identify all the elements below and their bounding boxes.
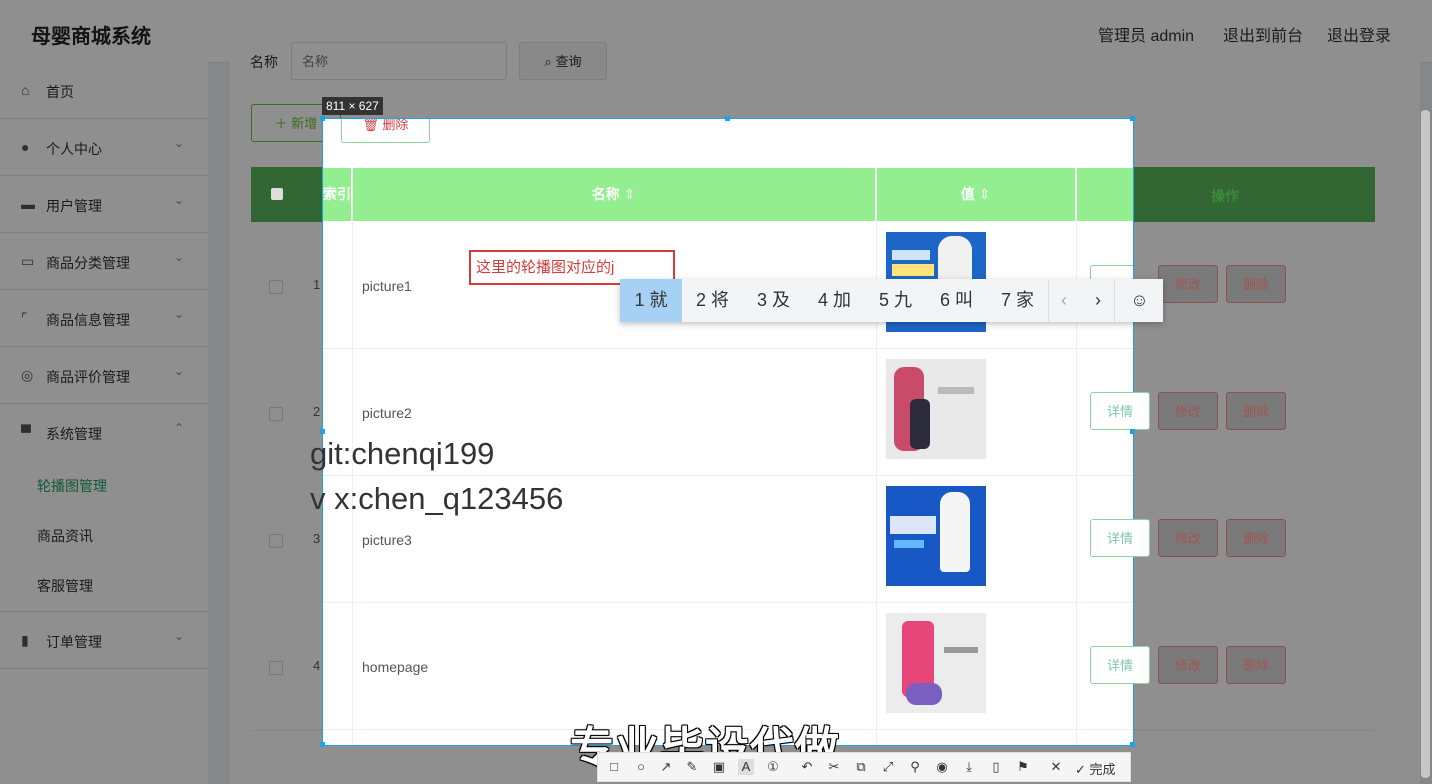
resize-handle[interactable] <box>1130 116 1135 121</box>
delete-row-button[interactable]: 删除 <box>1226 646 1286 684</box>
ime-candidate[interactable]: 7 家 <box>987 279 1048 322</box>
thumbnail-figure <box>940 492 970 572</box>
detail-button[interactable]: 详情 <box>1090 392 1150 430</box>
mosaic-tool-icon[interactable]: ▣ <box>711 759 727 775</box>
selection-size-label: 811 × 627 <box>322 97 383 115</box>
emoji-icon[interactable]: ☺ <box>1114 279 1164 322</box>
done-button[interactable]: ✓ 完成 <box>1075 759 1116 778</box>
row-index: 1 <box>313 277 321 292</box>
text-tool-icon[interactable]: A <box>738 759 754 775</box>
column-header-name[interactable]: 名称 ⇕ <box>352 168 876 221</box>
resize-handle[interactable] <box>725 116 730 121</box>
pin-copy-icon[interactable]: ⧉ <box>853 759 869 775</box>
delete-row-button[interactable]: 删除 <box>1226 392 1286 430</box>
edit-button[interactable]: 修改 <box>1158 265 1218 303</box>
next-page-icon[interactable]: › <box>1083 279 1113 322</box>
ime-candidate[interactable]: 1 就 <box>620 279 682 322</box>
record-icon[interactable]: ◉ <box>934 759 950 775</box>
watermark-git: git:chenqi199 <box>310 436 495 471</box>
edit-button[interactable]: 修改 <box>1158 519 1218 557</box>
screenshot-toolbar: □ ○ ↗ ✎ ▣ A ① ↶ ✂ ⧉ ⤢ ⚲ ◉ ⤓ ▯ ⚑ ✕ ✓ 完成 <box>597 752 1131 782</box>
detail-button[interactable]: 详情 <box>1090 519 1150 557</box>
thumbnail-text-block <box>938 387 974 394</box>
row-index: 3 <box>313 531 321 546</box>
ime-candidate[interactable]: 2 将 <box>682 279 743 322</box>
undo-icon[interactable]: ↶ <box>799 759 815 775</box>
ellipse-tool-icon[interactable]: ○ <box>633 759 649 775</box>
page-scrollbar[interactable] <box>1421 110 1430 778</box>
carousel-image-thumbnail[interactable] <box>886 359 986 459</box>
resize-handle[interactable] <box>320 742 325 747</box>
row-name: picture1 <box>362 278 412 294</box>
row-name: picture3 <box>362 532 412 548</box>
row-index: 4 <box>313 658 321 673</box>
thumbnail-text-block <box>892 250 930 260</box>
delete-row-button[interactable]: 删除 <box>1226 265 1286 303</box>
thumbnail-figure <box>906 683 942 705</box>
check-icon: ✓ <box>1075 762 1090 777</box>
pin-icon[interactable]: ⚲ <box>907 759 923 775</box>
pen-tool-icon[interactable]: ✎ <box>684 759 700 775</box>
bookmark-icon[interactable]: ⚑ <box>1015 759 1031 775</box>
row-name: homepage <box>362 659 429 675</box>
phone-icon[interactable]: ▯ <box>988 759 1004 775</box>
sort-icon: ⇕ <box>619 186 636 202</box>
resize-handle[interactable] <box>320 429 325 434</box>
column-header-value-label: 值 <box>960 186 975 202</box>
watermark-wx: v x:chen_q123456 <box>310 481 564 516</box>
prev-page-icon[interactable]: ‹ <box>1048 279 1079 322</box>
screenshot-selection[interactable]: 🗑 删除 索引 名称 ⇕ 值 ⇕ picture1 picture2 pictu… <box>322 118 1134 746</box>
rectangle-tool-icon[interactable]: □ <box>606 759 622 775</box>
column-header-index: 索引 <box>323 168 352 221</box>
ime-candidate[interactable]: 3 及 <box>743 279 804 322</box>
row-checkbox[interactable] <box>269 661 283 675</box>
thumbnail-text-block <box>894 540 924 548</box>
thumbnail-text-block <box>890 516 936 534</box>
trash-icon: 🗑 <box>362 118 383 132</box>
ime-candidate[interactable]: 6 叫 <box>926 279 987 322</box>
row-checkbox[interactable] <box>269 534 283 548</box>
ime-candidate-bar: 1 就 2 将 3 及 4 加 5 九 6 叫 7 家 ‹ › ☺ <box>620 279 1163 322</box>
row-index: 2 <box>313 404 321 419</box>
delete-button[interactable]: 🗑 删除 <box>341 118 430 143</box>
close-icon[interactable]: ✕ <box>1048 759 1064 775</box>
resize-handle[interactable] <box>1130 429 1135 434</box>
done-button-label: 完成 <box>1089 762 1116 777</box>
download-icon[interactable]: ⤓ <box>961 759 977 775</box>
column-header-ops-label: 操作 <box>1211 188 1239 204</box>
arrow-tool-icon[interactable]: ↗ <box>658 759 674 775</box>
ime-candidate[interactable]: 4 加 <box>804 279 865 322</box>
row-checkbox[interactable] <box>269 407 283 421</box>
thumbnail-text-block <box>892 264 934 276</box>
resize-handle[interactable] <box>1130 742 1135 747</box>
thumbnail-text-block <box>944 647 978 653</box>
row-checkbox[interactable] <box>269 280 283 294</box>
column-header-value[interactable]: 值 ⇕ <box>876 168 1076 221</box>
detail-button[interactable]: 详情 <box>1090 646 1150 684</box>
table-row: homepage <box>323 602 1133 730</box>
thumbnail-figure <box>910 399 930 449</box>
sort-icon: ⇕ <box>974 186 991 202</box>
select-all-checkbox[interactable] <box>271 188 283 200</box>
carousel-image-thumbnail[interactable] <box>886 613 986 713</box>
delete-row-button[interactable]: 删除 <box>1226 519 1286 557</box>
row-name: picture2 <box>362 405 412 421</box>
edit-button[interactable]: 修改 <box>1158 392 1218 430</box>
edit-button[interactable]: 修改 <box>1158 646 1218 684</box>
scissors-icon[interactable]: ✂ <box>826 759 842 775</box>
column-header-name-label: 名称 <box>591 186 620 202</box>
ime-candidate[interactable]: 5 九 <box>865 279 926 322</box>
expand-icon[interactable]: ⤢ <box>880 759 896 775</box>
resize-handle[interactable] <box>320 116 325 121</box>
delete-button-label: 删除 <box>382 118 409 132</box>
numbering-tool-icon[interactable]: ① <box>765 759 781 775</box>
column-header-ops <box>1076 168 1133 221</box>
carousel-image-thumbnail[interactable] <box>886 486 986 586</box>
